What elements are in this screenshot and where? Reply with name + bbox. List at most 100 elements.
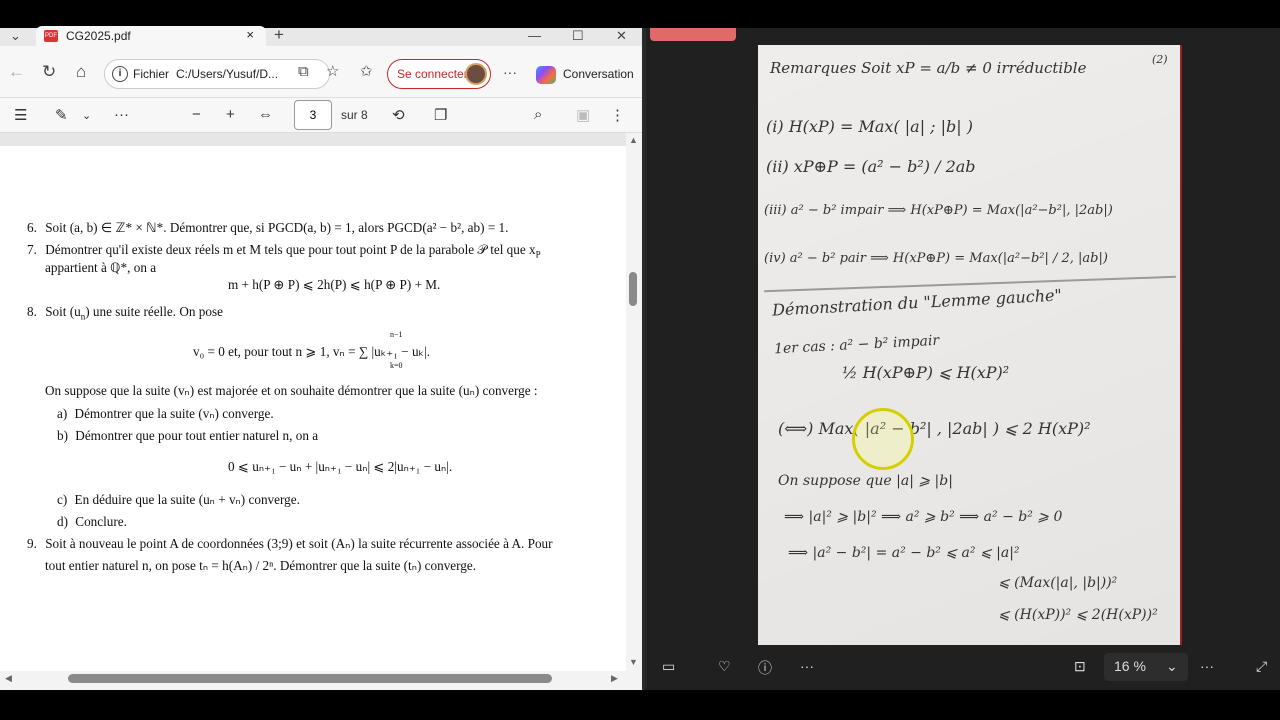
item-number: 7. — [27, 242, 37, 257]
zoom-out-icon[interactable]: − — [192, 106, 201, 123]
item-8: 8. Soit (un) une suite réelle. On pose — [27, 304, 223, 322]
item-text: Soit (a, b) ∈ ℤ* × ℕ*. Démontrer que, si… — [45, 220, 509, 235]
horizontal-scrollbar[interactable]: ◀ ▶ — [0, 671, 642, 690]
info-icon[interactable]: i — [112, 66, 128, 82]
page-view-icon[interactable]: ❐ — [434, 106, 447, 124]
edge-browser-window: ⌄ PDF CG2025.pdf × + — ☐ ✕ ← ↻ ⌂ i Fichi… — [0, 25, 642, 690]
scroll-up-icon[interactable]: ▲ — [629, 135, 638, 145]
actual-size-icon[interactable]: ⊡ — [1074, 658, 1086, 675]
sign-in-button[interactable]: Se connecter — [387, 59, 491, 89]
viewer-overflow-icon[interactable]: ··· — [1200, 658, 1214, 674]
subscript: P — [535, 249, 541, 260]
favorite-icon[interactable]: ♡ — [718, 658, 731, 675]
draw-chevron-icon[interactable]: ⌄ — [82, 109, 91, 122]
filmstrip-icon[interactable]: ▭ — [662, 658, 675, 675]
vertical-scrollbar[interactable]: ▲ ▼ — [626, 133, 642, 671]
item-6: 6. Soit (a, b) ∈ ℤ* × ℕ*. Démontrer que,… — [27, 220, 508, 236]
back-icon[interactable]: ← — [8, 63, 25, 81]
equation-3: 0 ⩽ uₙ₊₁ − uₙ + |uₙ₊₁ − uₙ| ⩽ 2|uₙ₊₁ − u… — [228, 459, 453, 474]
tab-actions-chevron-icon[interactable]: ⌄ — [10, 28, 21, 44]
note-line-8: ½ H(xP⊕P) ⩽ H(xP)² — [842, 363, 1010, 382]
note-page-number: (2) — [1152, 53, 1168, 66]
tab-title: CG2025.pdf — [66, 29, 131, 43]
item-text: Soit à nouveau le point A de coordonnées… — [45, 536, 553, 551]
viewer-tab[interactable] — [650, 28, 736, 41]
sub-item-letter: c) — [57, 492, 68, 507]
pdf-icon: PDF — [44, 30, 58, 42]
favorite-star-icon[interactable]: ☆ — [326, 63, 339, 81]
read-aloud-icon[interactable]: ⧉ — [298, 63, 309, 81]
avatar — [465, 63, 487, 85]
top-black-bar — [0, 0, 1280, 28]
item-8-cont: On suppose que la suite (vₙ) est majorée… — [45, 383, 538, 398]
note-line-10: On suppose que |a| ⩾ |b| — [778, 473, 953, 489]
viewer-more-icon[interactable]: ··· — [800, 658, 814, 674]
item-9-cont: tout entier naturel n, on pose tₙ = h(Aₙ… — [45, 558, 477, 573]
sub-item-text: Conclure. — [75, 514, 127, 529]
sub-item-text: Démontrer que la suite (vₙ) converge. — [74, 406, 274, 421]
address-toolbar: ← ↻ ⌂ i Fichier C:/Users/Yusuf/D... ⧉ ☆ … — [0, 46, 642, 98]
item-9: 9. Soit à nouveau le point A de coordonn… — [27, 536, 553, 552]
note-line-4: (iii) a² − b² impair ⟹ H(xP⊕P) = Max(|a²… — [764, 203, 1113, 218]
page-number-input[interactable]: 3 — [294, 100, 332, 130]
new-tab-button[interactable]: + — [274, 25, 284, 45]
refresh-icon[interactable]: ↻ — [42, 63, 56, 81]
bottom-black-bar — [0, 690, 1280, 720]
zoom-in-icon[interactable]: + — [226, 106, 235, 123]
sign-in-label: Se connecter — [397, 67, 468, 81]
zoom-value: 16 % — [1114, 658, 1146, 674]
note-line-2: (i) H(xP) = Max( |a| ; |b| ) — [766, 117, 973, 136]
vertical-scroll-thumb[interactable] — [629, 272, 637, 306]
equation-2: v₀ = 0 et, pour tout n ⩾ 1, vₙ = ∑ |uₖ₊₁… — [193, 344, 431, 359]
scroll-left-icon[interactable]: ◀ — [5, 673, 12, 684]
item-number: 8. — [27, 304, 37, 319]
photo-viewer: Remarques Soit xP = a/b ≠ 0 irréductible… — [646, 28, 1280, 690]
note-line-13: ⩽ (Max(|a|, |b|))² — [998, 575, 1118, 591]
note-line-3: (ii) xP⊕P = (a² − b²) / 2ab — [766, 157, 976, 176]
home-icon[interactable]: ⌂ — [76, 63, 86, 81]
equation-1: m + h(P ⊕ P) ⩽ 2h(P) ⩽ h(P ⊕ P) + M. — [228, 277, 441, 292]
maximize-icon[interactable]: ☐ — [572, 28, 584, 44]
item-7: 7. Démontrer qu'il existe deux réels m e… — [27, 242, 541, 260]
sum-lower: k=0 — [390, 361, 403, 370]
scroll-right-icon[interactable]: ▶ — [611, 673, 618, 684]
sub-item-text: Démontrer que pour tout entier naturel n… — [75, 428, 319, 443]
item-text-cont: ) une suite réelle. On pose — [85, 304, 223, 319]
more-menu-icon[interactable]: ··· — [503, 63, 517, 81]
rotate-icon[interactable]: ⟲ — [392, 106, 405, 124]
url-label: Fichier — [133, 67, 170, 81]
close-window-icon[interactable]: ✕ — [616, 28, 627, 44]
note-line-12: ⟹ |a² − b²| = a² − b² ⩽ a² ⩽ |a|² — [788, 545, 1020, 561]
item-8c: c) En déduire que la suite (uₙ + vₙ) con… — [57, 492, 300, 508]
zoom-dropdown[interactable]: 16 % ⌄ — [1104, 653, 1188, 681]
pdf-more-icon[interactable]: ⋮ — [610, 106, 625, 124]
item-7-cont: appartient à ℚ*, on a — [45, 260, 157, 275]
fit-width-icon[interactable]: ⇔ — [258, 106, 273, 123]
horizontal-scroll-thumb[interactable] — [68, 674, 552, 683]
sum-upper: n−1 — [390, 330, 403, 339]
scroll-down-icon[interactable]: ▼ — [629, 657, 638, 667]
sub-item-letter: b) — [57, 428, 68, 443]
note-line-9: (⟺) Max( |a² − b²| , |2ab| ) ⩽ 2 H(xP)² — [778, 419, 1091, 438]
tab-close-icon[interactable]: × — [246, 27, 254, 42]
more-tools-icon[interactable]: ··· — [114, 106, 129, 123]
item-8d: d) Conclure. — [57, 514, 127, 530]
note-line-11: ⟹ |a|² ⩾ |b|² ⟹ a² ⩾ b² ⟹ a² − b² ⩾ 0 — [784, 509, 1063, 525]
draw-icon[interactable]: ✎ — [55, 106, 68, 124]
note-line-1: Remarques Soit xP = a/b ≠ 0 irréductible — [770, 59, 1087, 77]
fullscreen-icon[interactable]: ⤢ — [1256, 658, 1267, 675]
url-path: C:/Users/Yusuf/D... — [176, 67, 279, 81]
copilot-label[interactable]: Conversation — [563, 67, 634, 81]
address-bar[interactable]: i Fichier C:/Users/Yusuf/D... — [104, 59, 330, 89]
copilot-icon[interactable] — [536, 66, 556, 84]
item-8a: a) Démontrer que la suite (vₙ) converge. — [57, 406, 274, 422]
minimize-icon[interactable]: — — [528, 28, 541, 43]
tab-cg2025[interactable]: PDF CG2025.pdf × — [36, 26, 266, 46]
save-icon[interactable]: ▣ — [576, 106, 590, 124]
item-text: Soit (u — [45, 304, 81, 319]
search-icon[interactable]: ⌕ — [534, 106, 542, 123]
info-icon[interactable]: ⓘ — [758, 658, 772, 678]
favorites-icon[interactable]: ✩ — [360, 63, 373, 81]
contents-icon[interactable]: ☰ — [14, 106, 27, 124]
item-number: 9. — [27, 536, 37, 551]
